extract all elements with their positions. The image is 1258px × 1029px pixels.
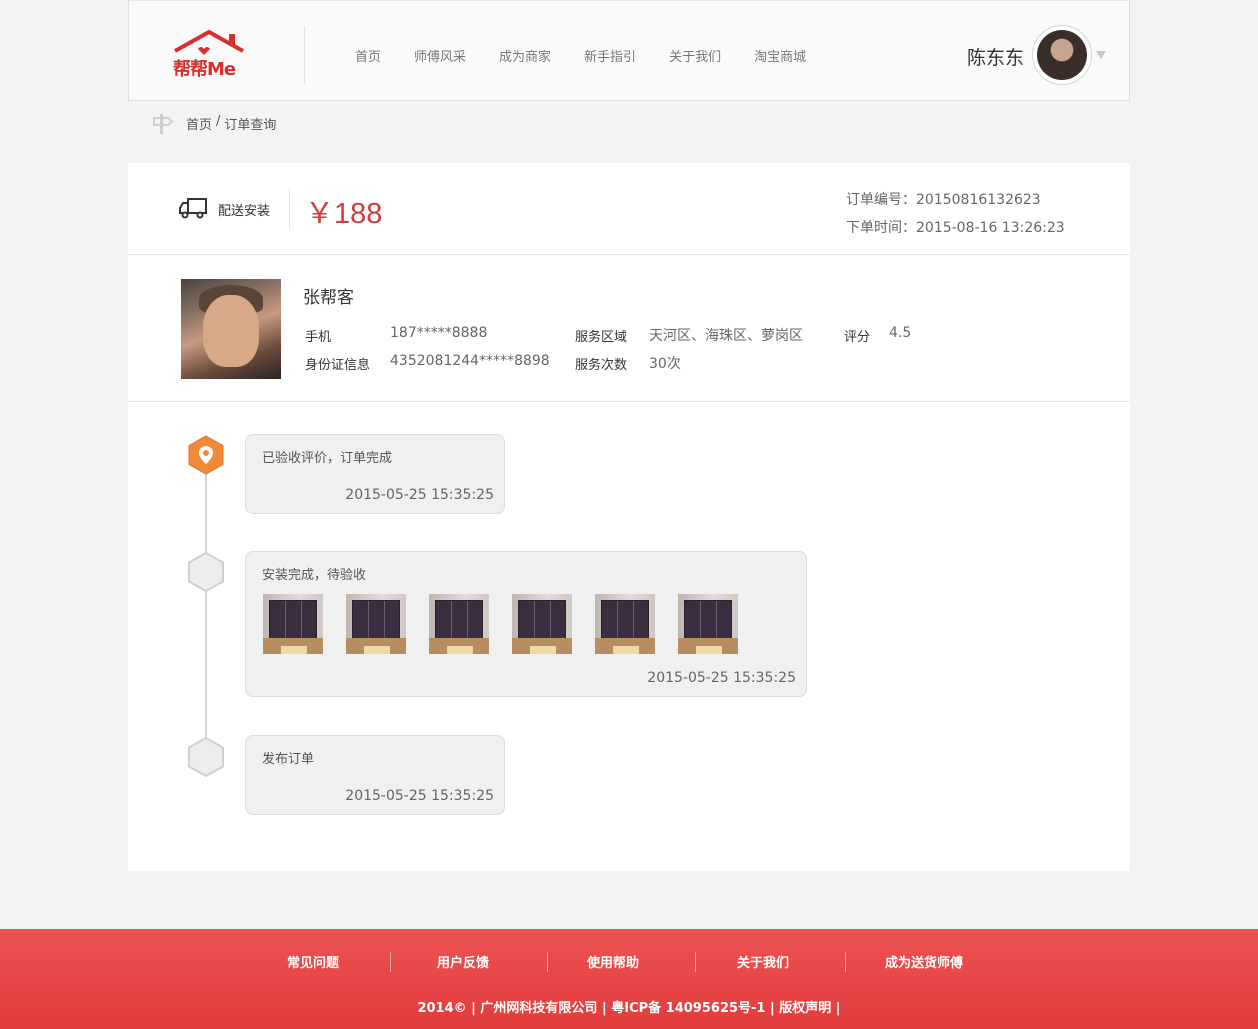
- nav-masters[interactable]: 师傅风采: [414, 46, 466, 65]
- footer-separator: [845, 952, 846, 972]
- order-number-row: 订单编号：20150816132623: [846, 186, 1065, 214]
- user-name[interactable]: 陈东东: [967, 43, 1024, 70]
- install-photo[interactable]: [429, 594, 489, 654]
- install-photo[interactable]: [512, 594, 572, 654]
- count-value: 30次: [649, 356, 681, 372]
- footer-link-faq[interactable]: 常见问题: [287, 952, 339, 971]
- timeline-item: 已验收评价，订单完成 2015-05-25 15:35:25: [245, 434, 505, 514]
- order-number: 20150816132623: [916, 192, 1041, 208]
- order-price: ￥188: [305, 198, 383, 230]
- order-number-label: 订单编号：: [846, 192, 916, 208]
- timeline-time: 2015-05-25 15:35:25: [345, 788, 494, 804]
- footer-link-become-courier[interactable]: 成为送货师傅: [885, 952, 963, 971]
- area-value: 天河区、海珠区、萝岗区: [649, 328, 803, 344]
- nav-about[interactable]: 关于我们: [669, 46, 721, 65]
- phone-value: 187*****8888: [390, 325, 488, 341]
- install-photo[interactable]: [263, 594, 323, 654]
- breadcrumb-separator: /: [216, 114, 221, 129]
- breadcrumb-home[interactable]: 首页: [186, 114, 212, 133]
- order-detail-card: 配送安装 ￥188 订单编号：20150816132623 下单时间：2015-…: [128, 163, 1130, 871]
- main-nav: 首页 师傅风采 成为商家 新手指引 关于我们 淘宝商城: [355, 46, 839, 65]
- user-menu-caret-icon[interactable]: [1096, 51, 1106, 59]
- signpost-icon: [153, 114, 173, 134]
- order-meta: 订单编号：20150816132623 下单时间：2015-08-16 13:2…: [846, 186, 1065, 242]
- top-header: 帮帮Me 首页 师傅风采 成为商家 新手指引 关于我们 淘宝商城 陈东东: [128, 0, 1130, 101]
- truck-icon: [179, 198, 207, 219]
- install-photo[interactable]: [346, 594, 406, 654]
- breadcrumb: 首页 / 订单查询: [186, 114, 276, 133]
- timeline-text: 发布订单: [262, 752, 315, 767]
- order-summary: 配送安装 ￥188 订单编号：20150816132623 下单时间：2015-…: [128, 163, 1130, 255]
- footer-link-feedback[interactable]: 用户反馈: [437, 952, 489, 971]
- worker-info: 张帮客 手机 187*****8888 身份证信息 4352081244****…: [128, 255, 1130, 402]
- footer-link-about[interactable]: 关于我们: [737, 952, 789, 971]
- worker-photo: [181, 279, 281, 379]
- nav-become-merchant[interactable]: 成为商家: [499, 46, 551, 65]
- timeline-time: 2015-05-25 15:35:25: [647, 670, 796, 686]
- timeline-text: 安装完成，待验收: [262, 568, 367, 583]
- install-photo[interactable]: [595, 594, 655, 654]
- footer-separator: [390, 952, 391, 972]
- timeline-item: 安装完成，待验收 2015-05-25 15:35:25: [245, 551, 807, 697]
- summary-divider: [289, 189, 290, 229]
- nav-guide[interactable]: 新手指引: [584, 46, 636, 65]
- breadcrumb-current: 订单查询: [224, 118, 277, 133]
- timeline-line: [205, 463, 207, 763]
- rating-label: 评分: [844, 330, 871, 345]
- area-label: 服务区域: [575, 330, 628, 345]
- order-time-row: 下单时间：2015-08-16 13:26:23: [846, 214, 1065, 242]
- rating-value: 4.5: [889, 325, 912, 341]
- timeline-item: 发布订单 2015-05-25 15:35:25: [245, 735, 505, 815]
- footer-link-help[interactable]: 使用帮助: [587, 952, 639, 971]
- install-photos: [263, 594, 761, 654]
- site-footer: 常见问题 用户反馈 使用帮助 关于我们 成为送货师傅 2014© | 广州网科技…: [0, 929, 1258, 1029]
- timeline-node-icon: [188, 737, 224, 777]
- header-divider: [304, 26, 305, 84]
- order-time: 2015-08-16 13:26:23: [916, 220, 1065, 236]
- footer-separator: [547, 952, 548, 972]
- footer-links: 常见问题 用户反馈 使用帮助 关于我们 成为送货师傅: [0, 952, 1258, 972]
- service-type: 配送安装: [218, 204, 271, 219]
- nav-home[interactable]: 首页: [355, 46, 381, 65]
- logo-text: 帮帮Me: [173, 59, 236, 80]
- id-label: 身份证信息: [305, 358, 371, 373]
- nav-taobao-mall[interactable]: 淘宝商城: [754, 46, 806, 65]
- location-pin-icon: [188, 435, 224, 475]
- user-avatar[interactable]: [1032, 25, 1092, 85]
- install-photo[interactable]: [678, 594, 738, 654]
- timeline-time: 2015-05-25 15:35:25: [345, 487, 494, 503]
- footer-separator: [695, 952, 696, 972]
- id-value: 4352081244*****8898: [390, 353, 550, 369]
- timeline-node-icon: [188, 552, 224, 592]
- site-logo[interactable]: 帮帮Me: [173, 29, 247, 80]
- phone-label: 手机: [305, 330, 332, 345]
- worker-name: 张帮客: [303, 288, 354, 308]
- timeline-text: 已验收评价，订单完成: [262, 451, 393, 466]
- count-label: 服务次数: [575, 358, 628, 373]
- order-time-label: 下单时间：: [846, 220, 916, 236]
- footer-copyright: 2014© | 广州网科技有限公司 | 粤ICP备 14095625号-1 | …: [417, 1001, 841, 1016]
